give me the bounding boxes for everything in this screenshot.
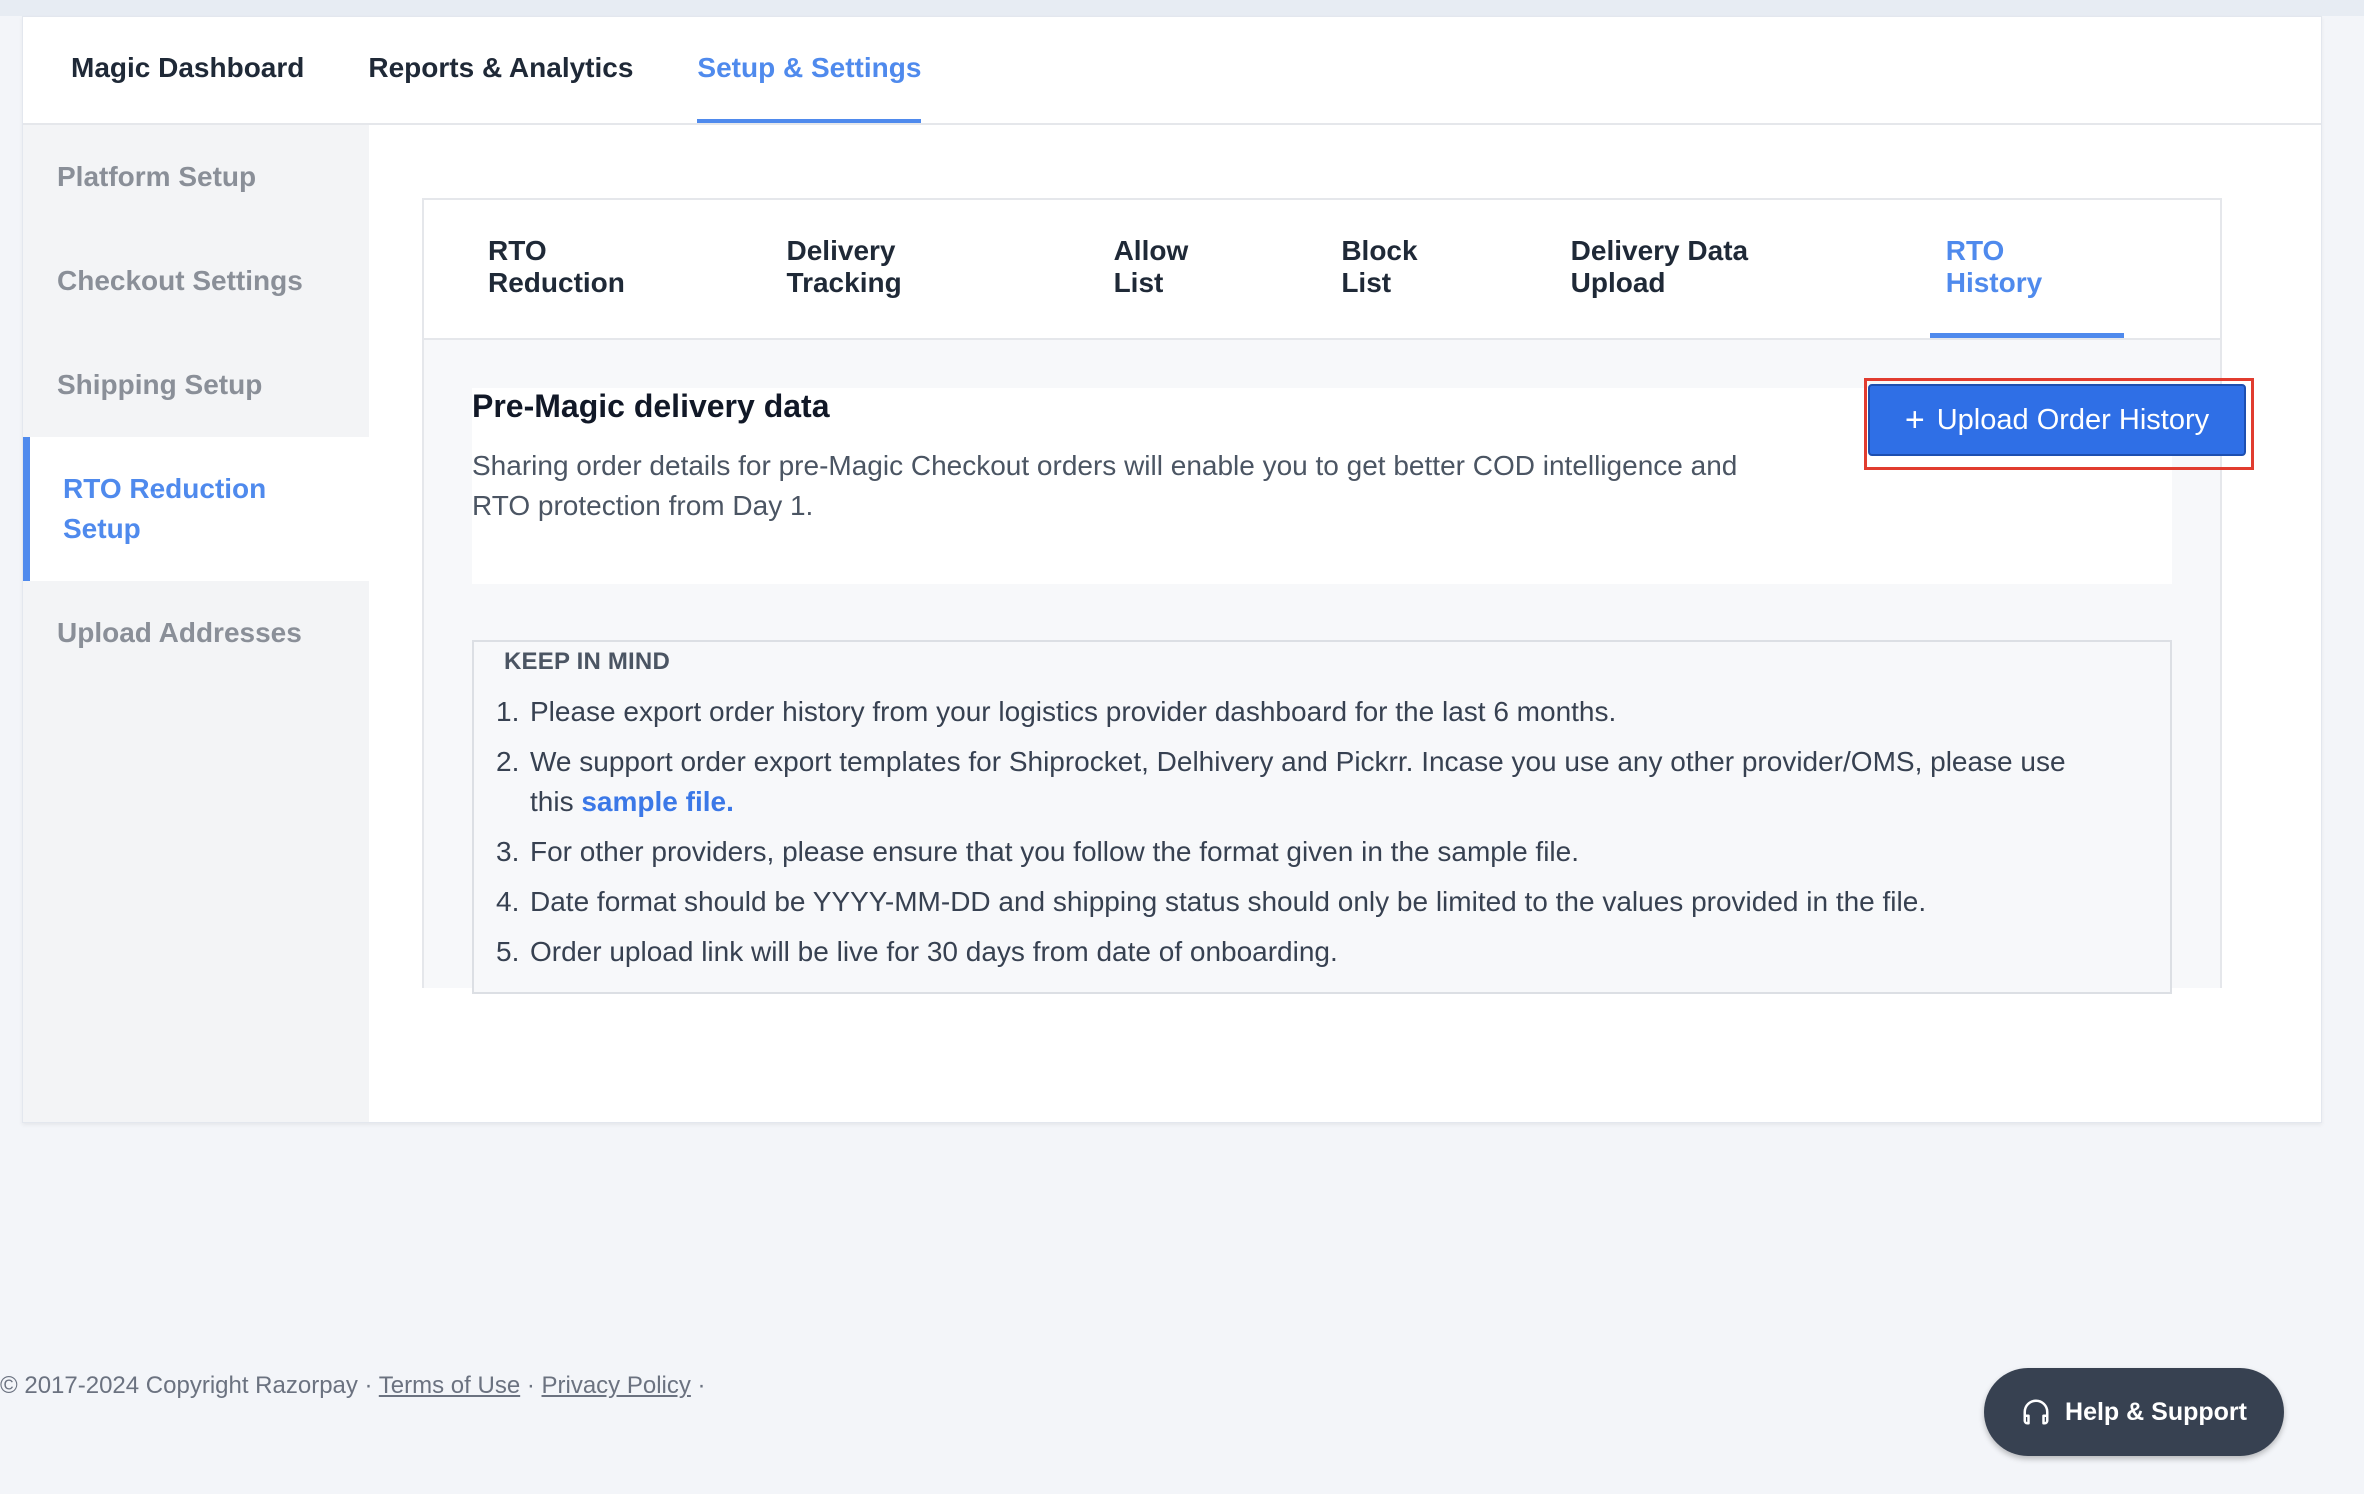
sidebar-item-label: RTO Reduction Setup (63, 473, 267, 544)
list-item: 2. We support order export templates for… (496, 746, 2066, 817)
tab-allow-list[interactable]: Allow List (1114, 200, 1246, 338)
sidebar-item-shipping-setup[interactable]: Shipping Setup (23, 333, 369, 437)
list-item: 4. Date format should be YYYY-MM-DD and … (496, 886, 1927, 917)
sub-tabs: RTO Reduction Delivery Tracking Allow Li… (424, 200, 2220, 340)
terms-link[interactable]: Terms of Use (379, 1372, 520, 1399)
help-support-button[interactable]: Help & Support (1984, 1368, 2284, 1456)
copyright-text: © 2017-2024 Copyright Razorpay · (0, 1372, 379, 1399)
sidebar-item-rto-reduction-setup[interactable]: RTO Reduction Setup (23, 437, 369, 581)
list-item: 5. Order upload link will be live for 30… (496, 936, 1338, 967)
tab-rto-history[interactable]: RTO History (1929, 200, 2124, 338)
sidebar: Platform Setup Checkout Settings Shippin… (23, 125, 369, 1122)
panel-body: Pre-Magic delivery data Sharing order de… (424, 340, 2254, 994)
intro-section: Pre-Magic delivery data Sharing order de… (472, 378, 2254, 584)
main-tabs: Magic Dashboard Reports & Analytics Setu… (23, 17, 2321, 125)
tab-delivery-data-upload[interactable]: Delivery Data Upload (1571, 200, 1850, 338)
plus-icon: + (1904, 401, 1925, 439)
footer: © 2017-2024 Copyright Razorpay · Terms o… (0, 1372, 706, 1399)
list-item: 3. For other providers, please ensure th… (496, 836, 1579, 867)
rto-panel: RTO Reduction Delivery Tracking Allow Li… (422, 198, 2254, 994)
upload-button-label: Upload Order History (1936, 403, 2210, 436)
tab-magic-dashboard[interactable]: Magic Dashboard (71, 17, 304, 123)
tab-rto-reduction[interactable]: RTO Reduction (488, 200, 691, 338)
sidebar-item-checkout-settings[interactable]: Checkout Settings (23, 229, 369, 333)
keep-in-mind-box: KEEP IN MIND 1. Please export order hist… (472, 640, 2172, 994)
headphones-icon (2023, 1399, 2049, 1425)
tab-delivery-tracking[interactable]: Delivery Tracking (787, 200, 1018, 338)
top-strip (0, 0, 2364, 16)
list-item: 1. Please export order history from your… (496, 696, 1617, 727)
sample-file-link[interactable]: sample file. (581, 786, 734, 817)
upload-order-history-button[interactable]: + Upload Order History (1868, 384, 2246, 456)
help-support-label: Help & Support (2065, 1397, 2247, 1426)
tab-setup-settings[interactable]: Setup & Settings (697, 17, 922, 123)
tab-reports-analytics[interactable]: Reports & Analytics (368, 17, 633, 123)
keep-in-mind-title: KEEP IN MIND (504, 648, 670, 675)
section-title: Pre-Magic delivery data (472, 388, 830, 424)
sidebar-item-platform-setup[interactable]: Platform Setup (23, 125, 369, 229)
tab-block-list[interactable]: Block List (1341, 200, 1474, 338)
keep-in-mind-list: 1. Please export order history from your… (496, 692, 2116, 982)
privacy-link[interactable]: Privacy Policy (542, 1372, 691, 1399)
sidebar-item-upload-addresses[interactable]: Upload Addresses (23, 581, 369, 685)
section-description: Sharing order details for pre-Magic Chec… (472, 450, 1738, 521)
